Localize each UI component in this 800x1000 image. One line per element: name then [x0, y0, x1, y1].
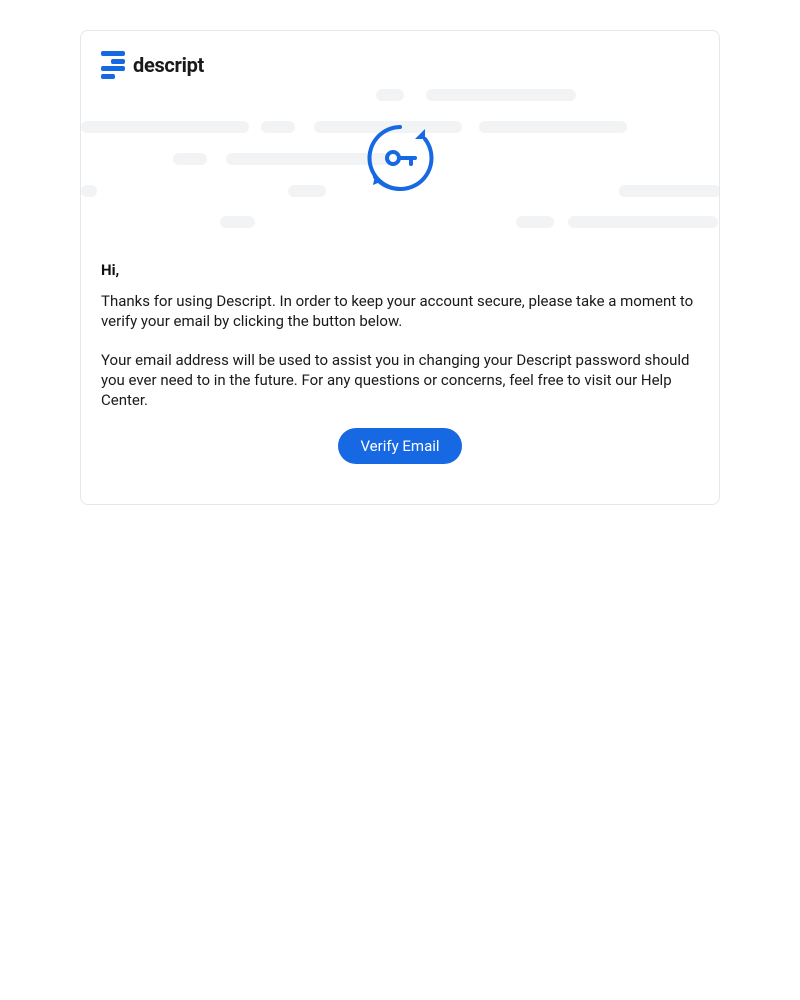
verify-email-button[interactable]: Verify Email: [338, 428, 461, 464]
greeting-text: Hi,: [101, 261, 699, 279]
key-refresh-icon: [363, 121, 437, 199]
email-card: descript: [80, 30, 720, 505]
descript-logo-icon: [101, 51, 125, 79]
email-body: Hi, Thanks for using Descript. In order …: [81, 231, 719, 504]
brand-logo-text: descript: [133, 53, 204, 77]
body-paragraph-2: Your email address will be used to assis…: [101, 350, 699, 411]
cta-row: Verify Email: [101, 428, 699, 464]
email-header: descript: [81, 31, 719, 231]
brand-logo: descript: [101, 51, 699, 79]
body-paragraph-1: Thanks for using Descript. In order to k…: [101, 291, 699, 332]
